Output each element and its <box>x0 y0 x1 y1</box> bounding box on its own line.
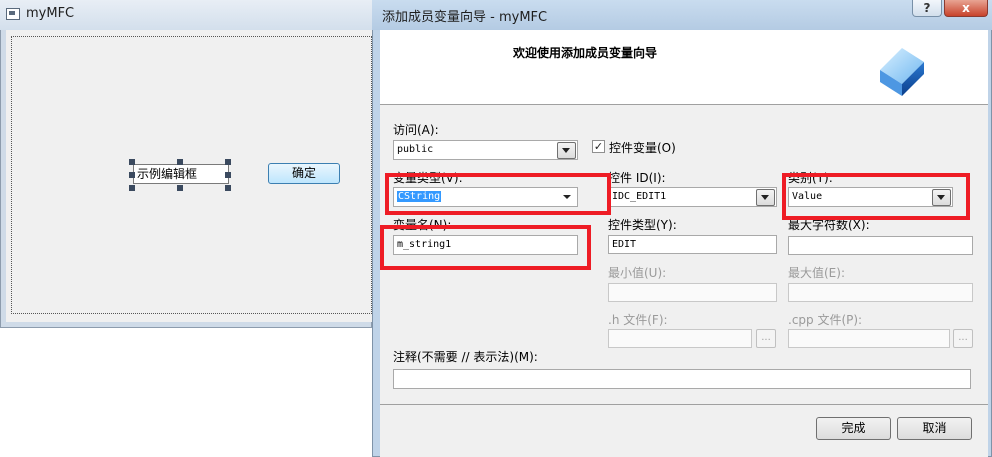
dialog-heading: 欢迎使用添加成员变量向导 <box>512 46 657 60</box>
control-id-label: 控件 ID(I): <box>608 171 666 185</box>
cpp-file-browse-button[interactable]: ... <box>953 329 973 348</box>
dialog-title: 添加成员变量向导 - myMFC <box>382 10 548 25</box>
resize-handle[interactable] <box>129 159 135 165</box>
max-value-input[interactable] <box>788 283 973 302</box>
max-chars-input[interactable] <box>788 236 973 255</box>
control-id-value: IDC_EDIT1 <box>612 191 667 202</box>
control-type-label: 控件类型(Y): <box>608 218 677 232</box>
comment-input[interactable] <box>393 369 971 389</box>
highlight-box-category <box>782 173 970 220</box>
access-combo[interactable]: public <box>393 140 578 160</box>
control-id-combo[interactable]: IDC_EDIT1 <box>608 187 777 207</box>
h-file-label: .h 文件(F): <box>608 313 668 327</box>
resize-handle[interactable] <box>225 185 231 191</box>
cpp-file-label: .cpp 文件(P): <box>788 313 863 327</box>
control-variable-label: 控件变量(O) <box>609 141 676 155</box>
access-label: 访问(A): <box>393 123 439 137</box>
access-value: public <box>397 144 434 155</box>
resize-handle[interactable] <box>129 172 135 178</box>
chevron-down-icon[interactable] <box>557 142 576 159</box>
resize-handle[interactable] <box>225 172 231 178</box>
background-window-title: myMFC <box>26 6 75 21</box>
ok-button[interactable]: 确定 <box>268 163 340 184</box>
max-value-label: 最大值(E): <box>788 266 845 280</box>
close-button[interactable]: x <box>944 0 988 17</box>
highlight-box-variable-type <box>385 173 611 215</box>
control-variable-checkbox[interactable]: ✓ <box>592 140 605 153</box>
cancel-button[interactable]: 取消 <box>897 417 972 440</box>
wizard-cube-icon <box>880 48 924 96</box>
sample-edit-control[interactable]: 示例编辑框 <box>133 164 229 184</box>
control-type-field: EDIT <box>608 235 777 254</box>
cpp-file-input[interactable] <box>788 329 950 348</box>
h-file-input[interactable] <box>608 329 752 348</box>
chevron-down-icon[interactable] <box>756 189 775 206</box>
help-button[interactable]: ? <box>912 0 942 17</box>
resize-handle[interactable] <box>225 159 231 165</box>
resize-handle[interactable] <box>129 185 135 191</box>
comment-label: 注释(不需要 // 表示法)(M): <box>393 350 538 364</box>
min-value-input[interactable] <box>608 283 777 302</box>
min-value-label: 最小值(U): <box>608 266 667 280</box>
app-icon <box>6 8 20 20</box>
resize-handle[interactable] <box>177 185 183 191</box>
finish-button[interactable]: 完成 <box>816 417 891 440</box>
resize-handle[interactable] <box>177 159 183 165</box>
h-file-browse-button[interactable]: ... <box>756 329 776 348</box>
highlight-box-variable-name <box>380 225 591 270</box>
